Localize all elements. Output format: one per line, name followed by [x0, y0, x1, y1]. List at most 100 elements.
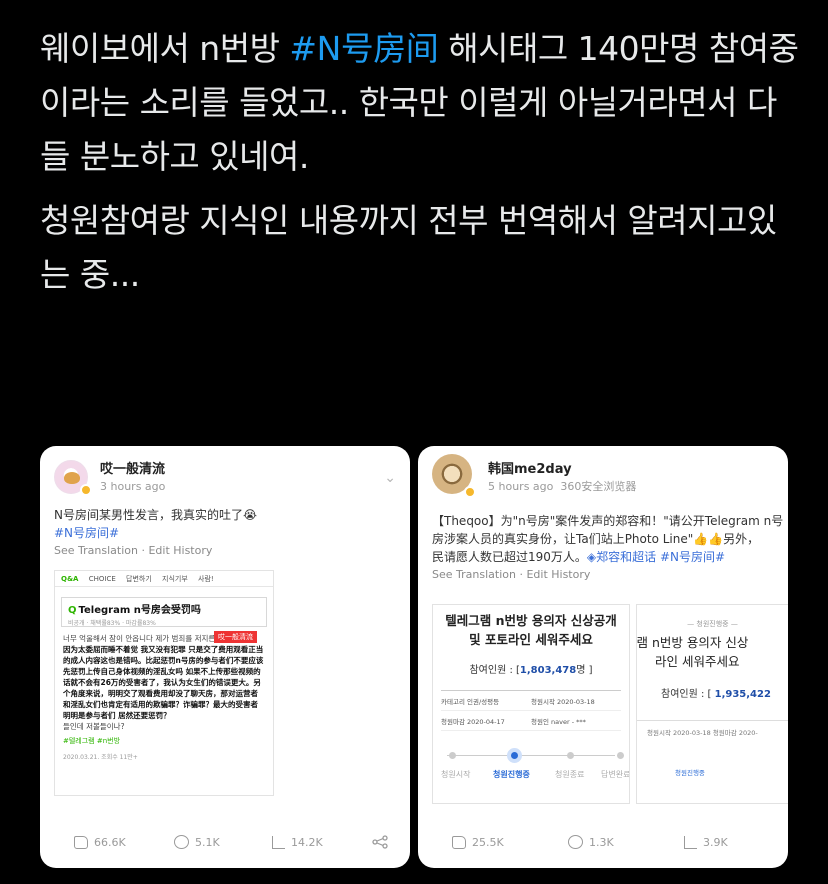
step-label: 청원시작: [441, 770, 471, 779]
tweet-paragraph-1: 웨이보에서 n번방 #N号房间 해시태그 140만명 참여중이라는 소리를 들었…: [40, 22, 800, 184]
post-time: 3 hours ago: [100, 480, 166, 493]
post-text-line: 民请愿人数已超过190万人。◈郑容和超话 #N号房间#: [432, 548, 788, 566]
petition-info-table: 카테고리 인권/성평등 청원시작 2020-03-18 청원마감 2020-04-…: [441, 690, 621, 731]
post-header: 韩国me2day 5 hours ago 360安全浏览器: [418, 446, 788, 498]
verified-badge-icon: [80, 484, 92, 496]
step-dot-active: [511, 752, 518, 759]
qa-title: Q Telegram n号房会受罚吗: [68, 601, 260, 616]
post-body: N号房间某男性发言，我真实的吐了😭 #N号房间# See Translation…: [54, 506, 394, 560]
step-label: 청원종료: [555, 770, 585, 779]
petition-title-line: 텔레그램 n번방 용의자 신상공개: [445, 613, 617, 628]
petition-title-line: 및 포토라인 세워주세요: [469, 632, 593, 647]
petition-title-line: 그램 n번방 용의자 신상: [636, 635, 749, 650]
tweet-text-segment: 웨이보에서 n번방: [40, 29, 290, 68]
embedded-nav-item: 지식기부: [162, 575, 188, 583]
table-cell: 청원시작 2020-03-18: [531, 697, 595, 706]
author-name: 韩国me2day: [488, 462, 572, 477]
comment-button[interactable]: 1.3K: [568, 835, 614, 849]
comment-icon: [174, 835, 189, 849]
see-translation: See Translation: [54, 544, 138, 557]
embedded-footer: 2020.03.21. 조회수 11만+: [63, 754, 138, 761]
petition-title-line: 라인 세워주세요: [655, 654, 740, 669]
question-korean-end: 들인데 저볼들이나?: [63, 722, 125, 731]
comment-count: 5.1K: [195, 835, 220, 849]
petition-count: 참여인원 : [1,803,478명 ]: [433, 661, 629, 676]
qa-meta: 비공개 · 채택률83% · 마감률83%: [68, 620, 156, 627]
step-dot: [449, 752, 456, 759]
see-translation: See Translation: [432, 568, 516, 581]
post-text: N号房间某男性发言，我真实的吐了😭: [54, 508, 257, 522]
embedded-nav-item: 사람!: [198, 575, 214, 583]
share-arrow-icon: [684, 835, 697, 849]
cat-icon: [64, 472, 80, 484]
embedded-nav-item: CHOICE: [88, 575, 116, 583]
post-hashtag: #N号房间#: [54, 526, 120, 540]
share-count: 14.2K: [291, 835, 323, 849]
question-icon: Q: [68, 605, 77, 616]
media-image-left[interactable]: 哎一般清流 3 hours ago ⌄ N号房间某男性发言，我真实的吐了😭 #N…: [40, 446, 410, 868]
qa-title-text: Telegram n号房会受罚吗: [78, 605, 201, 616]
share-arrow-icon: [272, 835, 285, 849]
embedded-tags: #텔레그램 #n번방: [63, 737, 121, 745]
table-cell: 청원마감 2020-04-17: [441, 717, 505, 726]
petition-title: 텔레그램 n번방 용의자 신상공개 및 포토라인 세워주세요: [433, 605, 629, 649]
count-label: 참여인원 : [: [661, 689, 715, 700]
petition-screenshot-a: 텔레그램 n번방 용의자 신상공개 및 포토라인 세워주세요 참여인원 : [1…: [432, 604, 630, 804]
translation-links: See Translation · Edit History: [432, 568, 591, 581]
tweet-text: 웨이보에서 n번방 #N号房间 해시태그 140만명 참여중이라는 소리를 들었…: [40, 22, 800, 312]
embedded-nav: Q&A CHOICE 답변하기 지식기부 사람!: [55, 571, 273, 587]
petition-info-row: 청원시작 2020-03-18 청원마감 2020-: [637, 720, 788, 737]
comment-button[interactable]: 5.1K: [174, 835, 220, 849]
embedded-nav-item: Q&A: [61, 575, 79, 583]
step-dot: [567, 752, 574, 759]
table-cell: 청원인 naver - ***: [531, 717, 586, 726]
step-label-active: 청원진행중: [675, 769, 705, 777]
post-body: 【Theqoo】为"n号房"案件发声的郑容和！"请公开Telegram n号 房…: [432, 512, 788, 584]
post-time: 5 hours ago: [488, 480, 554, 493]
post-source: 360安全浏览器: [560, 480, 637, 493]
thumbs-up-icon: [452, 835, 466, 849]
post-text-line: 房涉案人员的真实身份，让Ta们站上Photo Line"👍👍另外，: [432, 532, 760, 546]
tweet-paragraph-2: 청원참여랑 지식인 내용까지 전부 번역해서 알려지고있는 중...: [40, 201, 777, 294]
step-label: 답변완료: [601, 770, 630, 779]
translation-links: See Translation · Edit History: [54, 544, 213, 557]
post-header: 哎一般清流 3 hours ago ⌄: [40, 446, 410, 498]
like-button[interactable]: 25.5K: [452, 835, 504, 849]
author-name: 哎一般清流: [100, 462, 166, 477]
comment-count: 1.3K: [589, 835, 614, 849]
like-count: 25.5K: [472, 835, 504, 849]
share-count: 3.9K: [703, 835, 728, 849]
edit-history: Edit History: [526, 568, 591, 581]
count-value: 1,935,422: [714, 689, 771, 700]
petition-progress: 청원시작 청원진행중 청원종료 답변완료: [441, 747, 629, 787]
step-dot: [617, 752, 624, 759]
share-button[interactable]: 3.9K: [684, 835, 728, 849]
post-text-line: 【Theqoo】为"n号房"案件发声的郑容和！"请公开Telegram n号: [432, 514, 784, 528]
embedded-screenshot: Q&A CHOICE 답변하기 지식기부 사람! Q Telegram n号房会受…: [54, 570, 274, 796]
petition-status: — 청원진행중 —: [687, 620, 738, 628]
share-nodes-icon: [372, 835, 388, 849]
media-image-right[interactable]: 韩国me2day 5 hours ago 360安全浏览器 【Theqoo】为"…: [418, 446, 788, 868]
more-share-button[interactable]: [372, 835, 388, 849]
table-row: 카테고리 인권/성평등 청원시작 2020-03-18: [441, 691, 621, 711]
like-button[interactable]: 66.6K: [74, 835, 126, 849]
count-suffix: 명 ]: [576, 665, 593, 676]
petition-count: 참여인원 : [ 1,935,422: [637, 685, 788, 700]
table-row: 청원마감 2020-04-17 청원인 naver - ***: [441, 711, 621, 731]
action-bar: 66.6K 5.1K 14.2K: [40, 816, 410, 868]
post-text-segment: 民请愿人数已超过190万人。: [432, 550, 587, 564]
like-count: 66.6K: [94, 835, 126, 849]
petition-screenshot-b: — 청원진행중 — 그램 n번방 용의자 신상 라인 세워주세요 참여인원 : …: [636, 604, 788, 804]
post-hashtag: ◈郑容和超话 #N号房间#: [586, 550, 726, 564]
qa-box: Q Telegram n号房会受罚吗 비공개 · 채택률83% · 마감률83%: [61, 597, 267, 627]
table-cell: 카테고리 인권/성평등: [441, 697, 500, 706]
verified-badge-icon: [464, 486, 476, 498]
hashtag-link[interactable]: #N号房间: [289, 29, 438, 68]
edit-history: Edit History: [148, 544, 213, 557]
action-bar: 25.5K 1.3K 3.9K: [418, 816, 788, 868]
chevron-down-icon: ⌄: [384, 470, 396, 486]
step-label-active: 청원진행중: [493, 770, 530, 779]
thumbs-up-icon: [74, 835, 88, 849]
count-value: 1,803,478: [519, 665, 577, 676]
share-button[interactable]: 14.2K: [272, 835, 323, 849]
